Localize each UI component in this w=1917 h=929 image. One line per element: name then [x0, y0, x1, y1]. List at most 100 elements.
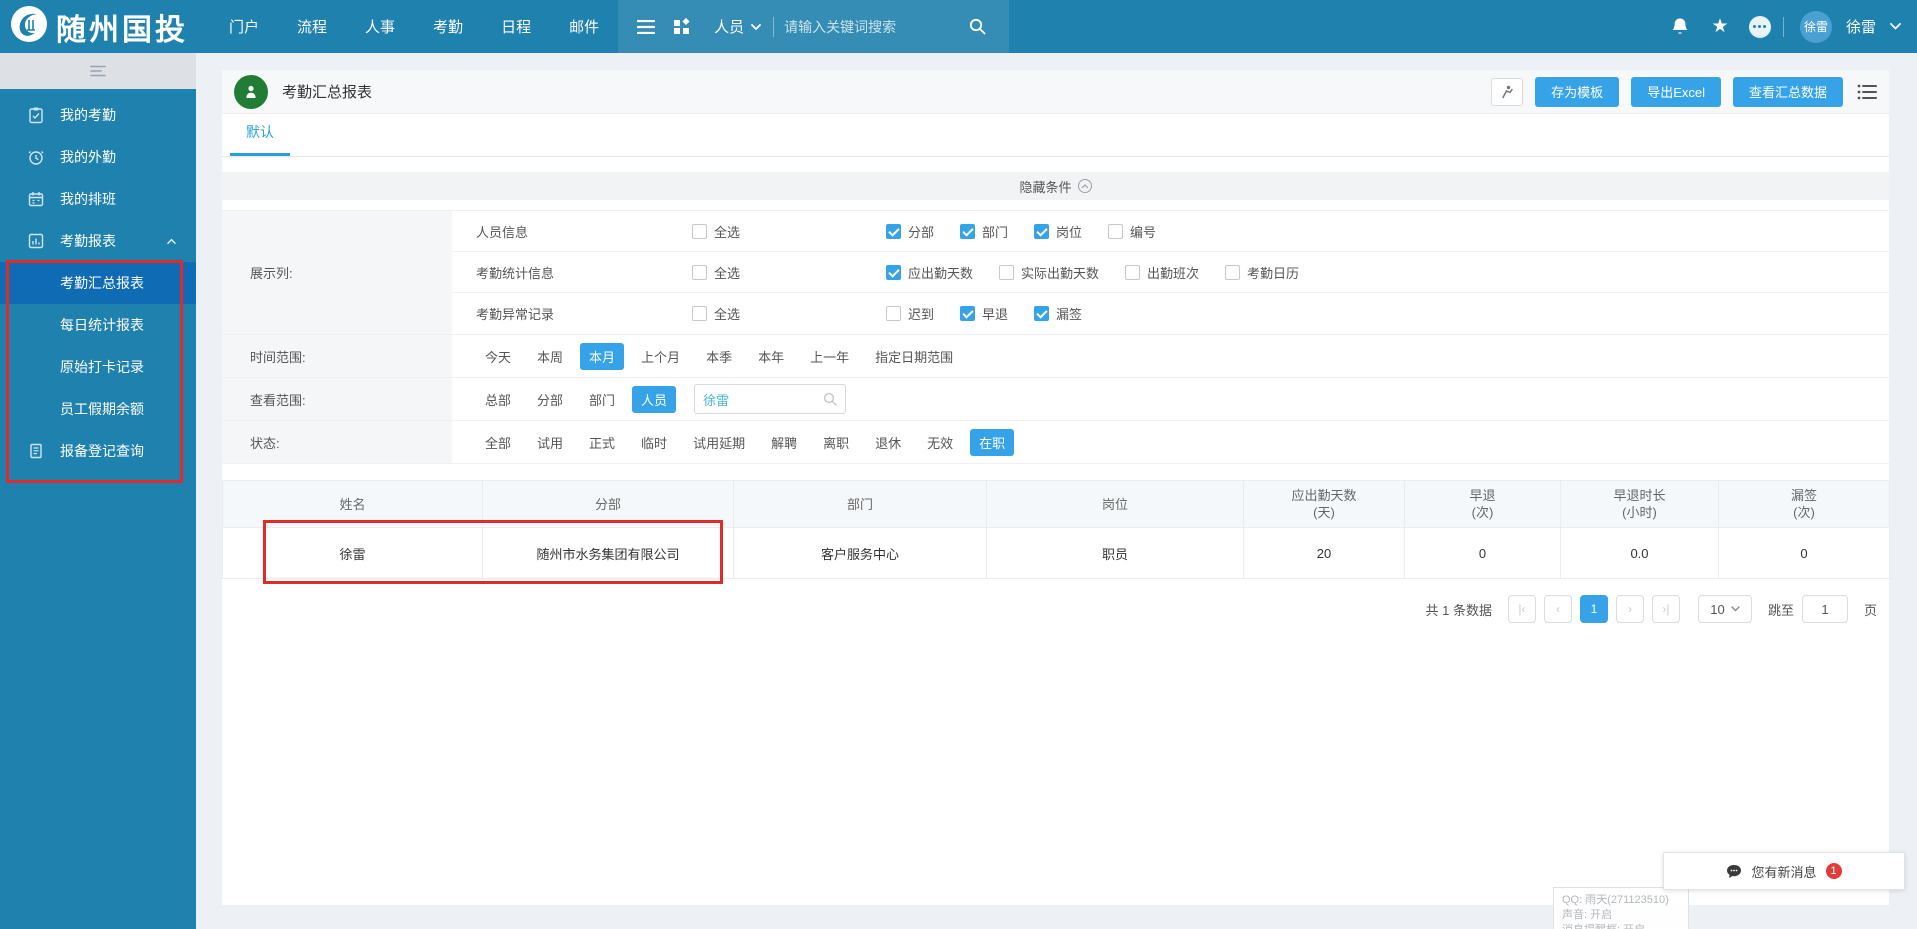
group-person-info: 人员信息 全选 分部 部门 岗位 编号 [452, 211, 1889, 252]
time-option[interactable]: 本季 [697, 343, 741, 370]
menu-item-mail[interactable]: 邮件 [550, 0, 618, 53]
option-checkbox[interactable]: 应出勤天数 [886, 263, 973, 282]
option-checkbox[interactable]: 编号 [1108, 222, 1156, 241]
prev-page-button[interactable]: ‹ [1543, 595, 1572, 623]
option-checkbox[interactable]: 实际出勤天数 [999, 263, 1099, 282]
time-option[interactable]: 本周 [528, 343, 572, 370]
bell-icon[interactable] [1663, 17, 1697, 36]
qq-sound-line: 声音: 开启 [1562, 909, 1613, 921]
quick-action-button[interactable] [1491, 77, 1524, 106]
sidebar-item-attendance-reports[interactable]: 考勤报表 [0, 220, 196, 262]
sidebar-item-my-attendance[interactable]: 我的考勤 [0, 94, 196, 136]
attendance-person-icon [234, 74, 268, 109]
divider [1782, 16, 1784, 37]
collapse-icon [90, 65, 106, 77]
table-row[interactable]: 徐雷 随州市水务集团有限公司 客户服务中心 职员 20 0 0.0 0 [222, 527, 1890, 579]
sidebar-item-my-shifts[interactable]: 我的排班 [0, 178, 196, 220]
menu-item-hr[interactable]: 人事 [346, 0, 414, 53]
first-page-button[interactable]: |‹ [1507, 595, 1536, 623]
sidebar-item-summary-report[interactable]: 考勤汇总报表 [0, 262, 196, 304]
menu-item-portal[interactable]: 门户 [210, 0, 278, 53]
status-option[interactable]: 解聘 [762, 429, 806, 456]
view-option[interactable]: 部门 [580, 386, 624, 413]
option-checkbox[interactable]: 岗位 [1034, 222, 1082, 241]
hamburger-icon[interactable] [628, 0, 664, 53]
checkbox-icon [692, 306, 707, 321]
checkbox-icon [960, 223, 976, 239]
view-option[interactable]: 总部 [476, 386, 520, 413]
group-name: 考勤异常记录 [476, 307, 555, 322]
new-message-widget[interactable]: 您有新消息 1 [1663, 852, 1905, 890]
status-option[interactable]: 无效 [918, 429, 962, 456]
time-option[interactable]: 今天 [476, 343, 520, 370]
select-all-checkbox[interactable]: 全选 [692, 263, 740, 282]
hide-conditions-toggle[interactable]: 隐藏条件 [222, 172, 1889, 200]
display-column-groups: 人员信息 全选 分部 部门 岗位 编号 考勤统计信息 全选 应出勤天数 实际出勤… [452, 211, 1889, 334]
next-page-button[interactable]: › [1615, 595, 1644, 623]
sidebar-item-registration-query[interactable]: 报备登记查询 [0, 430, 196, 472]
checkbox-icon [1108, 223, 1124, 239]
table-header-row: 姓名 分部 部门 岗位 应出勤天数 (天) 早退 (次) 早退时长 (小时) 漏签 (次… [222, 480, 1890, 528]
search-icon[interactable] [823, 392, 837, 406]
status-option[interactable]: 正式 [580, 429, 624, 456]
option-checkbox[interactable]: 漏签 [1034, 304, 1082, 323]
last-page-button[interactable]: ›| [1651, 595, 1680, 623]
status-option-active[interactable]: 在职 [970, 428, 1015, 456]
menu-item-attendance[interactable]: 考勤 [414, 0, 482, 53]
page-size-select[interactable]: 10 [1697, 595, 1752, 623]
option-checkbox[interactable]: 迟到 [886, 304, 934, 323]
apps-grid-icon[interactable] [664, 0, 700, 53]
save-template-button[interactable]: 存为模板 [1535, 76, 1620, 107]
menu-item-schedule[interactable]: 日程 [482, 0, 550, 53]
chat-bubble-icon [1727, 864, 1742, 878]
brand-logo[interactable]: 随州国投 [0, 5, 188, 49]
more-options-icon[interactable] [1743, 15, 1777, 38]
time-option[interactable]: 本年 [749, 343, 793, 370]
sidebar-item-label: 我的考勤 [60, 107, 116, 123]
cell-early-leave-hours: 0.0 [1560, 527, 1719, 579]
sidebar-collapse-button[interactable] [0, 53, 196, 89]
time-option-active[interactable]: 本月 [580, 342, 625, 370]
status-option[interactable]: 临时 [632, 429, 676, 456]
option-checkbox[interactable]: 考勤日历 [1225, 263, 1299, 282]
sidebar-item-daily-report[interactable]: 每日统计报表 [0, 304, 196, 346]
sidebar-item-my-field-work[interactable]: 我的外勤 [0, 136, 196, 178]
filter-label: 状态: [222, 421, 452, 463]
status-option[interactable]: 全部 [476, 429, 520, 456]
list-view-icon[interactable] [1857, 84, 1877, 100]
column-header-branch: 分部 [482, 480, 734, 528]
favorite-star-icon[interactable]: ★ [1703, 17, 1737, 36]
option-checkbox[interactable]: 分部 [886, 222, 934, 241]
time-option[interactable]: 上个月 [632, 343, 689, 370]
view-option[interactable]: 分部 [528, 386, 572, 413]
global-search-input[interactable] [774, 18, 960, 35]
option-checkbox[interactable]: 部门 [960, 222, 1008, 241]
time-option[interactable]: 指定日期范围 [866, 343, 962, 370]
jump-page-input[interactable] [1801, 595, 1848, 623]
time-range-options: 今天 本周 本月 上个月 本季 本年 上一年 指定日期范围 [452, 335, 1889, 377]
export-excel-button[interactable]: 导出Excel [1631, 76, 1721, 107]
option-checkbox[interactable]: 出勤班次 [1125, 263, 1199, 282]
select-all-checkbox[interactable]: 全选 [692, 222, 740, 241]
option-checkbox[interactable]: 早退 [960, 304, 1008, 323]
time-option[interactable]: 上一年 [801, 343, 858, 370]
qq-account-line: QQ: 雨天(271123510) [1562, 894, 1669, 906]
status-option[interactable]: 离职 [814, 429, 858, 456]
status-option[interactable]: 试用 [528, 429, 572, 456]
user-avatar[interactable]: 徐雷 [1799, 10, 1832, 43]
menu-item-workflow[interactable]: 流程 [278, 0, 346, 53]
current-page-button[interactable]: 1 [1579, 595, 1608, 623]
status-option[interactable]: 退休 [866, 429, 910, 456]
search-icon[interactable] [959, 0, 995, 53]
sidebar-item-raw-punch-records[interactable]: 原始打卡记录 [0, 346, 196, 388]
view-summary-button[interactable]: 查看汇总数据 [1732, 76, 1843, 107]
tab-default[interactable]: 默认 [230, 122, 290, 156]
sidebar-item-leave-balance[interactable]: 员工假期余额 [0, 388, 196, 430]
user-menu-chevron-icon[interactable] [1890, 23, 1901, 30]
view-option-active[interactable]: 人员 [632, 385, 677, 413]
status-option[interactable]: 试用延期 [684, 429, 754, 456]
select-all-checkbox[interactable]: 全选 [692, 304, 740, 323]
search-category-dropdown[interactable]: 人员 [700, 16, 773, 37]
person-search-input[interactable] [703, 391, 824, 407]
nav-search-area: 人员 [618, 0, 1010, 53]
